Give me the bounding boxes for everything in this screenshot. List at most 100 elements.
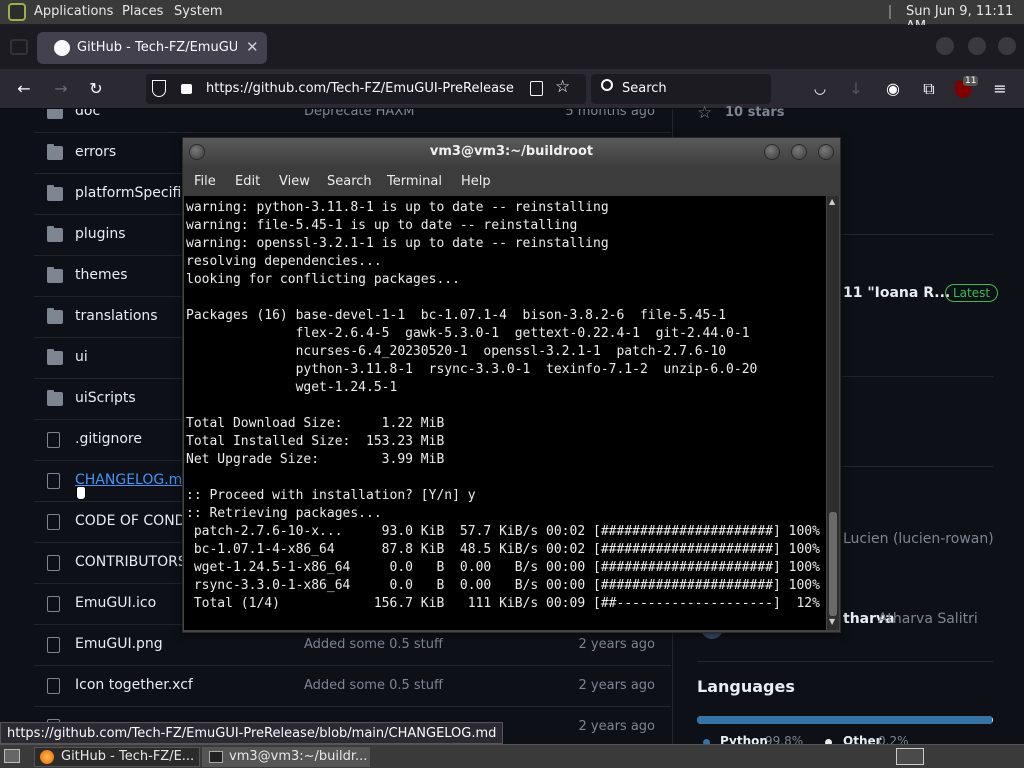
file-icon — [47, 637, 60, 653]
window-maximize-button[interactable] — [968, 37, 986, 55]
system-menu[interactable]: System — [174, 4, 222, 19]
extensions-icon[interactable]: ⧉ — [918, 78, 940, 100]
distro-logo-icon[interactable] — [8, 3, 26, 21]
task-firefox[interactable]: GitHub - Tech-FZ/E... — [34, 747, 200, 767]
file-name[interactable]: .gitignore — [75, 431, 142, 447]
terminal-titlebar[interactable]: vm3@vm3:~/buildroot — [183, 138, 840, 166]
file-name[interactable]: CHANGELOG.md — [75, 472, 191, 488]
github-icon — [54, 40, 70, 56]
link-status-url: https://github.com/Tech-FZ/EmuGUI-PreRel… — [0, 722, 504, 744]
file-row[interactable]: doc Deprecate HAXM 5 months ago — [34, 109, 671, 132]
file-name[interactable]: errors — [75, 144, 116, 160]
commit-message[interactable]: Deprecate HAXM — [304, 109, 414, 119]
forward-icon[interactable]: → — [50, 78, 72, 100]
file-row[interactable]: Icon together.xcf Added some 0.5 stuff 2 y… — [34, 665, 671, 706]
folder-icon — [47, 308, 63, 324]
commit-message[interactable]: Added some 0.5 stuff — [304, 637, 443, 652]
show-desktop-icon[interactable] — [4, 749, 20, 763]
menu-icon[interactable]: ≡ — [989, 78, 1011, 100]
release-title[interactable]: 11 "Ioana R... — [843, 285, 950, 301]
bottom-panel: GitHub - Tech-FZ/E... vm3@vm3:~/buildr..… — [0, 744, 1024, 768]
bookmark-star-icon[interactable]: ☆ — [555, 77, 570, 97]
menu-view[interactable]: View — [279, 174, 310, 189]
folder-icon — [47, 390, 63, 406]
contributor-lucien[interactable]: Lucien (lucien-rowan) — [843, 531, 994, 547]
terminal-icon — [209, 751, 223, 763]
commit-date: 2 years ago — [578, 719, 655, 734]
task-firefox-label: GitHub - Tech-FZ/E... — [61, 749, 195, 764]
window-close-button[interactable] — [998, 37, 1016, 55]
file-name[interactable]: Icon together.xcf — [75, 677, 193, 693]
shield-icon[interactable] — [152, 80, 166, 97]
commit-message[interactable]: Added some 0.5 stuff — [304, 678, 443, 693]
places-menu[interactable]: Places — [122, 4, 163, 19]
folder-icon — [47, 185, 63, 201]
terminal-output[interactable]: warning: python-3.11.8-1 is up to date -… — [184, 196, 826, 630]
folder-icon — [47, 144, 63, 160]
lock-icon[interactable] — [181, 84, 192, 94]
terminal-minimize-button[interactable] — [764, 144, 780, 160]
terminal-maximize-button[interactable] — [791, 144, 807, 160]
menu-search[interactable]: Search — [327, 174, 372, 189]
close-tab-icon[interactable]: ✕ — [246, 38, 259, 56]
scroll-down-icon[interactable]: ▼ — [829, 617, 835, 626]
applications-menu[interactable]: Applications — [34, 4, 113, 19]
terminal-window[interactable]: vm3@vm3:~/buildroot File Edit View Searc… — [182, 137, 841, 633]
file-name[interactable]: themes — [75, 267, 128, 283]
folder-icon — [47, 349, 63, 365]
commit-date: 2 years ago — [578, 637, 655, 652]
url-text[interactable]: https://github.com/Tech-FZ/EmuGUI-PreRel… — [206, 81, 514, 96]
firefox-view-icon[interactable] — [10, 39, 28, 55]
file-icon — [47, 514, 60, 530]
back-icon[interactable]: ← — [13, 78, 35, 100]
file-name[interactable]: EmuGUI.ico — [75, 595, 156, 611]
file-name[interactable]: doc — [75, 109, 100, 119]
terminal-scrollbar[interactable]: ▲ ▼ — [827, 196, 839, 630]
terminal-title: vm3@vm3:~/buildroot — [429, 144, 594, 159]
file-icon — [47, 473, 60, 489]
contributor-name[interactable]: Atharva Salitri — [878, 611, 978, 627]
file-icon — [47, 678, 60, 694]
language-bar — [697, 716, 993, 724]
menu-terminal[interactable]: Terminal — [387, 174, 442, 189]
file-icon — [47, 432, 60, 448]
workspace-switcher[interactable] — [896, 748, 924, 765]
menu-edit[interactable]: Edit — [235, 174, 260, 189]
downloads-icon[interactable]: ↓ — [845, 78, 867, 100]
file-icon — [47, 555, 60, 571]
top-panel: Applications Places System Sun Jun 9, 11… — [0, 0, 1024, 34]
languages-heading: Languages — [697, 677, 795, 696]
tab-title: GitHub - Tech-FZ/EmuGUI- — [77, 40, 237, 55]
menu-file[interactable]: File — [194, 174, 216, 189]
file-name[interactable]: plugins — [75, 226, 126, 242]
pocket-icon[interactable]: ◡ — [809, 78, 831, 100]
divider — [697, 661, 993, 662]
star-icon[interactable]: ☆ — [697, 103, 712, 123]
stars-count[interactable]: 10 stars — [725, 105, 785, 120]
tab-github[interactable]: GitHub - Tech-FZ/EmuGUI- ✕ — [37, 32, 267, 64]
scroll-thumb[interactable] — [829, 512, 837, 616]
firefox-icon — [40, 750, 54, 764]
file-name[interactable]: translations — [75, 308, 158, 324]
file-name[interactable]: platformSpecific — [75, 185, 189, 201]
search-bar[interactable]: Search — [591, 74, 771, 104]
account-icon[interactable]: ◉ — [882, 78, 904, 100]
terminal-menu-button[interactable] — [189, 144, 205, 160]
reader-view-icon[interactable] — [530, 81, 543, 96]
file-name[interactable]: ui — [75, 349, 88, 365]
panel-separator — [889, 5, 891, 19]
file-name[interactable]: EmuGUI.png — [75, 636, 163, 652]
terminal-menubar: File Edit View Search Terminal Help — [183, 166, 840, 196]
hand-cursor-icon — [76, 486, 86, 500]
folder-icon — [47, 109, 63, 119]
terminal-text: warning: python-3.11.8-1 is up to date -… — [186, 200, 820, 611]
file-name[interactable]: uiScripts — [75, 390, 136, 406]
reload-icon[interactable]: ↻ — [85, 78, 107, 100]
task-terminal[interactable]: vm3@vm3:~/buildr... — [202, 747, 370, 767]
url-bar[interactable]: https://github.com/Tech-FZ/EmuGUI-PreRel… — [146, 74, 586, 104]
terminal-close-button[interactable] — [818, 144, 834, 160]
window-minimize-button[interactable] — [936, 37, 954, 55]
menu-help[interactable]: Help — [461, 174, 491, 189]
search-placeholder: Search — [622, 81, 667, 96]
scroll-up-icon[interactable]: ▲ — [829, 197, 835, 206]
